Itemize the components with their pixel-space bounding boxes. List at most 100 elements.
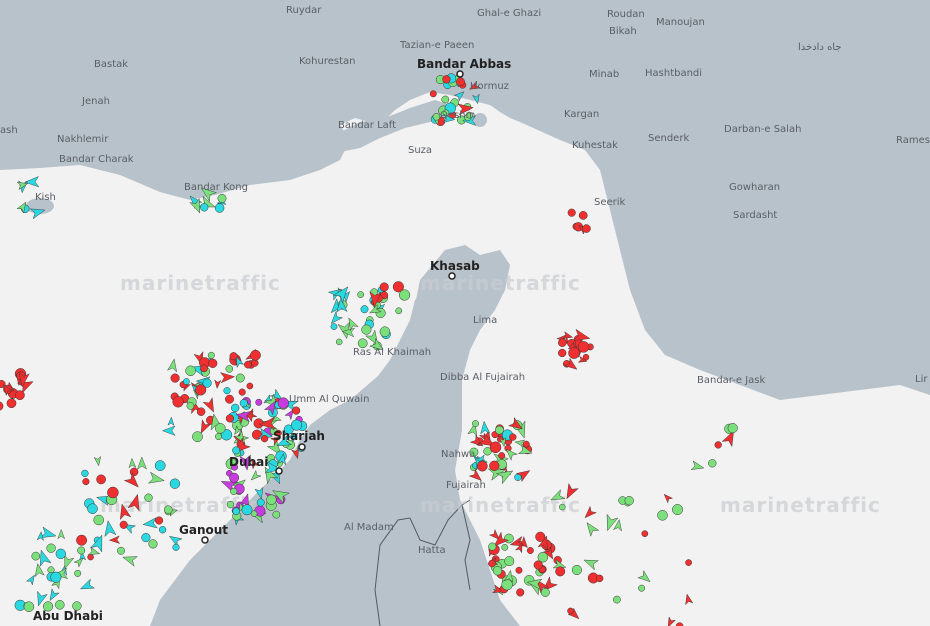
vessel-marker[interactable] [595,574,604,583]
vessel-marker[interactable] [476,460,488,472]
vessel-marker[interactable] [515,566,523,574]
vessel-marker[interactable] [555,566,566,577]
vessel-marker[interactable] [81,469,89,478]
vessel-marker[interactable] [516,588,525,597]
vessel-marker[interactable] [226,500,235,509]
vessel-marker[interactable] [144,493,153,502]
vessel-marker[interactable] [492,566,503,576]
vessel-marker[interactable] [489,441,502,454]
vessel-marker[interactable] [432,113,441,121]
vessel-marker[interactable] [241,504,253,516]
vessel-marker[interactable] [498,452,506,460]
vessel-marker[interactable] [225,414,234,423]
vessel-marker[interactable] [200,203,209,212]
vessel-marker[interactable] [335,338,343,346]
vessel-marker[interactable] [501,579,513,591]
vessel-marker[interactable] [442,75,451,84]
vessel-marker[interactable] [232,507,240,516]
vessel-marker[interactable] [582,224,591,233]
vessel-marker[interactable] [170,373,180,383]
vessel-marker[interactable] [256,498,265,507]
vessel-marker[interactable] [93,514,104,526]
vessel-marker[interactable] [360,305,369,314]
vessel-marker[interactable] [672,504,683,516]
vessel-marker[interactable] [571,564,582,576]
vessel-marker[interactable] [107,486,119,499]
vessel-marker[interactable] [183,378,190,385]
vessel-marker[interactable] [379,326,391,337]
vessel-marker[interactable] [685,559,692,566]
vessel-marker[interactable] [47,566,55,574]
vessel-marker[interactable] [172,543,180,551]
vessel-marker[interactable] [195,384,207,396]
vessel-marker[interactable] [429,90,437,98]
vessel-marker[interactable] [117,546,125,555]
vessel-marker[interactable] [260,434,269,443]
vessel-marker[interactable] [214,203,225,213]
vessel-marker[interactable] [215,423,226,434]
vessel-marker[interactable] [217,193,227,203]
vessel-marker[interactable] [76,534,88,546]
vessel-marker[interactable] [292,406,301,415]
vessel-marker[interactable] [239,399,248,408]
vessel-marker[interactable] [441,95,450,104]
vessel-marker[interactable] [172,396,184,408]
vessel-marker[interactable] [6,398,17,409]
vessel-marker[interactable] [501,544,509,551]
vessel-marker[interactable] [641,530,649,538]
vessel-marker[interactable] [472,420,479,428]
vessel-marker[interactable] [624,496,634,506]
vessel-marker[interactable] [244,360,252,369]
vessel-marker[interactable] [154,460,166,471]
vessel-marker[interactable] [155,516,164,525]
vessel-marker[interactable] [96,474,106,485]
vessel-marker[interactable] [77,546,86,555]
vessel-marker[interactable] [330,323,338,330]
vessel-marker[interactable] [250,349,261,361]
vessel-marker[interactable] [223,387,231,395]
vessel-marker[interactable] [186,402,195,410]
vessel-marker[interactable] [229,472,240,483]
vessel-marker[interactable] [148,539,158,549]
vessel-marker[interactable] [119,520,128,529]
vessel-marker[interactable] [399,289,411,301]
vessel-marker[interactable] [225,394,234,404]
vessel-marker[interactable] [87,553,94,561]
vessel-marker[interactable] [235,373,245,383]
vessel-marker[interactable] [657,510,668,521]
vessel-marker[interactable] [141,533,151,543]
vessel-marker[interactable] [567,208,576,217]
vessel-marker[interactable] [207,351,215,359]
vessel-marker[interactable] [526,547,534,554]
vessel-marker[interactable] [522,440,530,448]
vessel-marker[interactable] [266,494,277,505]
vessel-marker[interactable] [158,526,167,534]
vessel-marker[interactable] [169,478,181,489]
vessel-marker[interactable] [456,77,465,87]
vessel-marker[interactable] [379,282,389,292]
vessel-marker[interactable] [559,503,566,511]
vessel-marker[interactable] [613,595,621,604]
vessel-marker[interactable] [208,358,218,368]
vessel-marker[interactable] [50,571,62,583]
vessel-marker[interactable] [225,365,234,373]
vessel-marker[interactable] [638,584,646,592]
vessel-marker[interactable] [533,560,543,570]
vessel-marker[interactable] [87,503,98,514]
vessel-marker[interactable] [74,569,82,577]
vessel-marker[interactable] [568,347,580,359]
vessel-marker[interactable] [714,441,722,449]
vessel-marker[interactable] [488,542,497,551]
vessel-marker[interactable] [395,307,403,315]
vessel-marker[interactable] [46,543,56,553]
vessel-marker[interactable] [727,423,738,434]
vessel-marker[interactable] [230,487,238,495]
vessel-marker[interactable] [361,324,372,335]
vessel-marker[interactable] [82,478,90,486]
vessel-marker[interactable] [277,397,289,409]
vessel-marker[interactable] [488,559,496,568]
vessel-marker[interactable] [185,365,196,377]
vessel-marker[interactable] [15,390,25,401]
vessel-marker[interactable] [55,600,65,610]
vessel-marker[interactable] [272,510,281,519]
